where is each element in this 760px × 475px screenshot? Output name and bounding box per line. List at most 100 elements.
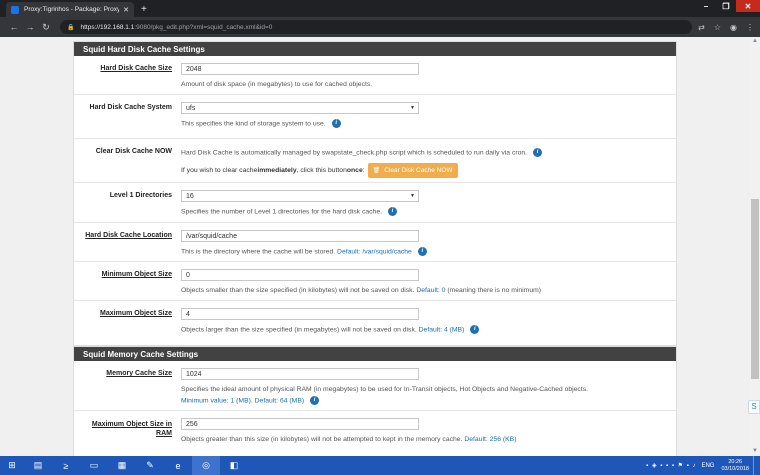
field-label: Memory Cache Size xyxy=(106,370,172,377)
field-body: 1024 Specifies the ideal amount of physi… xyxy=(172,361,676,410)
clock[interactable]: 20:26 03/10/2018 xyxy=(721,459,749,473)
row-minimum-object-size: Minimum Object Size 0 Objects smaller th… xyxy=(74,262,676,301)
file-explorer-icon[interactable]: ▭ xyxy=(80,456,108,475)
scroll-up-icon[interactable]: ▲ xyxy=(750,37,760,46)
browser-toolbar: ← → ↻ 🔒 https://192.168.1.1:9080/pkg_edi… xyxy=(0,17,760,37)
field-body: 2048 Amount of disk space (in megabytes)… xyxy=(172,56,676,94)
help-line: Objects greater than this size (in kilob… xyxy=(181,435,676,444)
minimize-button[interactable]: – xyxy=(696,0,716,12)
info-icon[interactable]: i xyxy=(417,247,427,256)
internet-explorer-icon[interactable]: e xyxy=(164,456,192,475)
windows-start-icon[interactable]: ⊞ xyxy=(0,456,24,475)
control-panel-icon[interactable]: ▦ xyxy=(108,456,136,475)
address-bar[interactable]: 🔒 https://192.168.1.1:9080/pkg_edit.php?… xyxy=(60,20,693,34)
menu-icon[interactable]: ⋮ xyxy=(746,23,754,32)
field-label: Clear Disk Cache NOW xyxy=(95,148,172,155)
default-value: Default: 0 xyxy=(416,287,446,294)
row-max-object-size-ram: Maximum Object Size in RAM 256 Objects g… xyxy=(74,411,676,456)
language-indicator[interactable]: ENG xyxy=(701,463,714,469)
field-body: /var/squid/cache This is the directory w… xyxy=(172,223,676,261)
trash-icon: 🗑 xyxy=(372,168,381,175)
teamviewer-icon[interactable]: ◧ xyxy=(220,456,248,475)
translate-icon[interactable]: ⇄ xyxy=(698,23,705,32)
browser-tab-strip: Proxy:Tigrinhos - Package: Proxy ✕ + – ❐… xyxy=(0,0,760,17)
field-body: 4 Objects larger than the size specified… xyxy=(172,301,676,345)
star-icon[interactable]: ☆ xyxy=(714,23,721,32)
lock-icon[interactable]: 🔒 xyxy=(67,24,74,31)
selected-value: 16 xyxy=(186,193,194,200)
max-object-size-ram-input[interactable]: 256 xyxy=(181,418,419,430)
clear-disk-cache-button[interactable]: 🗑 Clear Disk Cache NOW xyxy=(367,163,458,179)
info-icon[interactable]: i xyxy=(388,207,397,216)
row-hard-disk-cache-size: Hard Disk Cache Size 2048 Amount of disk… xyxy=(74,56,676,95)
help-line: Objects smaller than the size specified … xyxy=(181,286,676,295)
help-text: Specifies the ideal amount of physical R… xyxy=(181,386,589,393)
memory-cache-size-input[interactable]: 1024 xyxy=(181,368,419,380)
field-body: Hard Disk Cache is automatically managed… xyxy=(172,139,676,182)
caret-down-icon: ▼ xyxy=(410,105,415,111)
prompt-bold: immediately xyxy=(257,167,297,175)
field-label: Minimum Object Size xyxy=(101,271,172,278)
browser-tab[interactable]: Proxy:Tigrinhos - Package: Proxy ✕ xyxy=(6,2,134,17)
tab-title: Proxy:Tigrinhos - Package: Proxy xyxy=(24,6,120,13)
help-extra: (meaning there is no minimum) xyxy=(447,287,542,294)
profile-icon[interactable]: ◉ xyxy=(730,23,737,32)
taskbar-apps: ▤ ≥ ▭ ▦ ✎ e ◎ ◧ xyxy=(24,456,248,475)
info-icon[interactable]: i xyxy=(533,148,543,157)
tools-icon[interactable]: ✎ xyxy=(136,456,164,475)
tray-icons[interactable]: ▪ ◈ ▪ ▪ ▪ ⚑ ▪ ♪ xyxy=(646,462,696,469)
chrome-icon[interactable]: ◎ xyxy=(192,456,220,475)
field-label: Level 1 Directories xyxy=(109,192,172,199)
reload-icon[interactable]: ↻ xyxy=(38,22,54,33)
clock-date: 03/10/2018 xyxy=(721,465,749,472)
scroll-down-icon[interactable]: ▼ xyxy=(750,447,760,456)
field-label: Hard Disk Cache Location xyxy=(85,232,172,239)
help-line: Minimum value: 1 (MB). Default: 64 (MB) i xyxy=(181,396,676,405)
min-object-size-input[interactable]: 0 xyxy=(181,269,419,281)
clock-time: 20:26 xyxy=(728,458,743,465)
windows-taskbar: ⊞ ▤ ≥ ▭ ▦ ✎ e ◎ ◧ ▪ ◈ ▪ ▪ ▪ ⚑ ▪ ♪ ENG 20… xyxy=(0,456,760,475)
row-clear-disk-cache: Clear Disk Cache NOW Hard Disk Cache is … xyxy=(74,139,676,183)
default-value: Default: 256 (KB) xyxy=(464,436,517,443)
tab-close-icon[interactable]: ✕ xyxy=(123,6,129,14)
field-label: Maximum Object Size in RAM xyxy=(91,421,172,437)
chat-widget-icon[interactable]: S xyxy=(748,400,760,414)
cache-location-input[interactable]: /var/squid/cache xyxy=(181,230,419,242)
show-desktop-button[interactable] xyxy=(753,456,756,475)
default-value: Default: 4 (MB) xyxy=(418,326,465,334)
info-icon[interactable]: i xyxy=(310,396,320,405)
close-window-button[interactable]: ✕ xyxy=(736,0,760,12)
cache-system-select[interactable]: ufs ▼ xyxy=(181,102,419,114)
scroll-thumb[interactable] xyxy=(751,199,759,379)
info-icon[interactable]: i xyxy=(331,119,341,128)
page-content: Squid Hard Disk Cache Settings Hard Disk… xyxy=(0,37,750,456)
level1-directories-select[interactable]: 16 ▼ xyxy=(181,190,419,202)
help-line: This specifies the kind of storage syste… xyxy=(181,119,676,128)
max-object-size-input[interactable]: 4 xyxy=(181,308,419,320)
page-scrollbar[interactable]: ▲ ▼ xyxy=(750,37,760,456)
memory-cache-panel: Squid Memory Cache Settings Memory Cache… xyxy=(73,346,677,456)
row-maximum-object-size: Maximum Object Size 4 Objects larger tha… xyxy=(74,301,676,345)
field-body: 256 Objects greater than this size (in k… xyxy=(172,411,676,456)
row-level1-directories: Level 1 Directories 16 ▼ Specifies the nu… xyxy=(74,183,676,223)
new-tab-button[interactable]: + xyxy=(141,2,147,17)
info-icon[interactable]: i xyxy=(470,325,480,334)
url-path: :9080/pkg_edit.php?xml=squid_cache.xml&i… xyxy=(134,23,273,31)
window-controls: – ❐ ✕ xyxy=(696,0,760,12)
help-text: This specifies the kind of storage syste… xyxy=(181,120,326,128)
server-manager-icon[interactable]: ▤ xyxy=(24,456,52,475)
arrow-right-icon[interactable]: → xyxy=(22,22,38,32)
field-body: 16 ▼ Specifies the number of Level 1 dire… xyxy=(172,183,676,222)
url-host: https://192.168.1.1 xyxy=(80,23,135,31)
cache-size-input[interactable]: 2048 xyxy=(181,63,419,75)
field-body: 0 Objects smaller than the size specifie… xyxy=(172,262,676,300)
button-label: Clear Disk Cache NOW xyxy=(384,167,453,175)
maximize-button[interactable]: ❐ xyxy=(716,0,736,12)
arrow-left-icon[interactable]: ← xyxy=(6,22,22,32)
panel-heading: Squid Memory Cache Settings xyxy=(74,347,676,361)
powershell-icon[interactable]: ≥ xyxy=(52,456,80,475)
prompt-text: If you wish to clear cache xyxy=(181,167,258,175)
pfsense-favicon-icon xyxy=(11,5,19,14)
caret-down-icon: ▼ xyxy=(410,193,415,199)
row-memory-cache-size: Memory Cache Size 1024 Specifies the ide… xyxy=(74,361,676,411)
